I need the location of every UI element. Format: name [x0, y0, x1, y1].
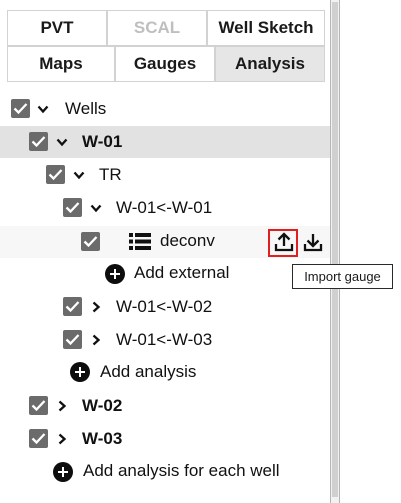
chevron-down-icon[interactable] — [56, 136, 68, 148]
tab-analysis[interactable]: Analysis — [215, 46, 325, 82]
tab-maps[interactable]: Maps — [7, 46, 115, 82]
tree-item-w03[interactable]: W-03 — [0, 423, 330, 455]
checkbox[interactable] — [29, 429, 48, 448]
checkbox[interactable] — [29, 132, 48, 151]
tree-item-label: W-02 — [82, 396, 123, 415]
add-analysis-each-well-label: Add analysis for each well — [83, 461, 280, 480]
scrollbar-thumb[interactable] — [332, 2, 338, 497]
tab-scal[interactable]: SCAL — [107, 10, 207, 46]
check-icon — [31, 400, 46, 412]
tree-item-label: TR — [99, 165, 122, 184]
add-external-label: Add external — [134, 263, 230, 282]
checkbox[interactable] — [63, 297, 82, 316]
checkbox[interactable] — [81, 232, 100, 251]
upload-icon[interactable] — [273, 231, 295, 253]
check-icon — [13, 103, 28, 115]
tab-gauges[interactable]: Gauges — [115, 46, 215, 82]
add-analysis-label: Add analysis — [100, 362, 197, 381]
chevron-right-icon[interactable] — [90, 301, 102, 313]
checkbox[interactable] — [63, 330, 82, 349]
tree-item-wells[interactable]: Wells — [0, 93, 330, 125]
scrollbar[interactable] — [330, 0, 340, 503]
tooltip: Import gauge — [292, 264, 393, 289]
chevron-down-icon[interactable] — [90, 202, 102, 214]
tree-item-analysis-w01-w01[interactable]: W-01<-W-01 — [0, 192, 330, 224]
checkbox[interactable] — [46, 165, 65, 184]
chevron-down-icon[interactable] — [73, 169, 85, 181]
list-icon — [129, 233, 151, 250]
tree-item-label: Wells — [65, 99, 107, 118]
checkbox[interactable] — [29, 396, 48, 415]
tree-item-w02[interactable]: W-02 — [0, 390, 330, 422]
add-icon — [105, 264, 125, 284]
check-icon — [65, 334, 80, 346]
tree-item-tr[interactable]: TR — [0, 159, 330, 191]
tree-item-analysis-w01-w03[interactable]: W-01<-W-03 — [0, 324, 330, 356]
check-icon — [31, 136, 46, 148]
add-icon — [53, 462, 73, 482]
check-icon — [48, 169, 63, 181]
tree-item-label: W-01<-W-01 — [116, 198, 213, 217]
tree-item-label: W-01<-W-03 — [116, 330, 213, 349]
tree-item-label: W-03 — [82, 429, 123, 448]
add-icon — [70, 362, 90, 382]
tab-well-sketch[interactable]: Well Sketch — [207, 10, 325, 46]
tree-item-label: W-01 — [82, 132, 123, 151]
tree-item-w01[interactable]: W-01 — [0, 126, 330, 158]
check-icon — [65, 202, 80, 214]
add-external-button[interactable]: Add external — [0, 258, 330, 290]
add-analysis-button[interactable]: Add analysis — [0, 357, 330, 389]
add-analysis-each-well-button[interactable]: Add analysis for each well — [0, 456, 330, 488]
chevron-right-icon[interactable] — [90, 334, 102, 346]
check-icon — [83, 236, 98, 248]
tree-item-label: deconv — [160, 231, 215, 250]
tab-pvt[interactable]: PVT — [7, 10, 107, 46]
tree-item-label: W-01<-W-02 — [116, 297, 213, 316]
check-icon — [31, 433, 46, 445]
download-icon[interactable] — [302, 231, 324, 253]
checkbox[interactable] — [63, 198, 82, 217]
checkbox[interactable] — [11, 99, 30, 118]
chevron-down-icon[interactable] — [37, 103, 49, 115]
check-icon — [65, 301, 80, 313]
tree-item-analysis-w01-w02[interactable]: W-01<-W-02 — [0, 291, 330, 323]
chevron-right-icon[interactable] — [56, 433, 68, 445]
chevron-right-icon[interactable] — [56, 400, 68, 412]
